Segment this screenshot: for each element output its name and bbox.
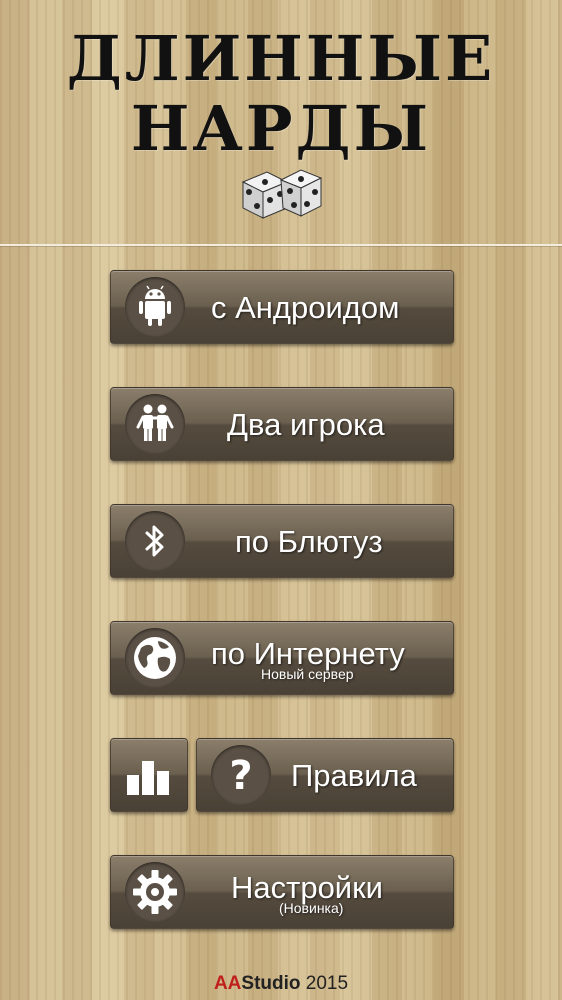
footer-credit: AAStudio 2015 <box>0 973 562 995</box>
internet-button[interactable]: по Интернету Новый сервер <box>110 621 454 695</box>
gear-icon <box>125 862 185 922</box>
header-divider <box>0 244 562 246</box>
play-vs-android-button[interactable]: с Андроидом <box>110 270 454 344</box>
android-label: с Андроидом <box>211 290 400 325</box>
svg-text:?: ? <box>229 753 252 799</box>
app-title-line1: ДЛИННЫЕ <box>66 22 496 95</box>
bluetooth-icon <box>125 511 185 571</box>
question-icon: ? <box>211 745 271 805</box>
two-players-button[interactable]: Два игрока <box>110 387 454 461</box>
bluetooth-button[interactable]: по Блютуз <box>110 504 454 578</box>
settings-button[interactable]: Настройки (Новинка) <box>110 855 454 929</box>
rules-label: Правила <box>291 758 417 793</box>
footer-studio: Studio <box>241 973 301 994</box>
footer-aa: AA <box>213 973 242 994</box>
bar-chart-icon <box>127 761 169 795</box>
dice-icon <box>241 169 323 219</box>
two-players-label: Два игрока <box>227 407 385 442</box>
globe-icon <box>125 628 185 688</box>
stats-button[interactable] <box>110 738 188 812</box>
footer-year: 2015 <box>305 973 349 994</box>
android-icon <box>125 277 185 337</box>
bluetooth-label: по Блютуз <box>235 524 383 559</box>
two-players-icon <box>125 394 185 454</box>
settings-sublabel: (Новинка) <box>279 900 344 916</box>
app-title-line2: НАРДЫ <box>130 92 432 165</box>
rules-button[interactable]: ? Правила <box>196 738 454 812</box>
internet-sublabel: Новый сервер <box>261 666 354 682</box>
